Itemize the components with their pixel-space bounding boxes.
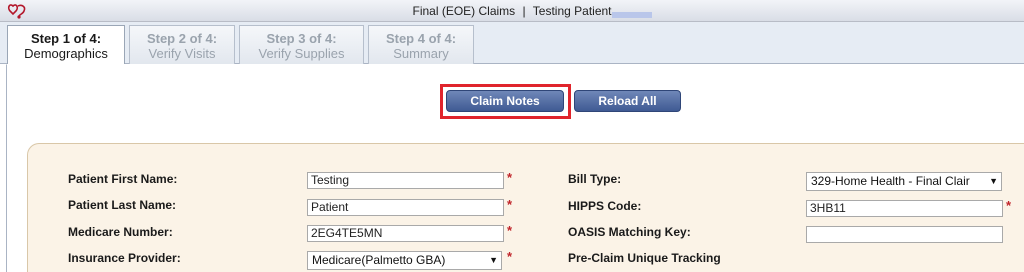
tab-summary[interactable]: Step 4 of 4: Summary — [368, 25, 474, 64]
chevron-down-icon: ▼ — [987, 173, 998, 190]
wizard-tabs: Step 1 of 4: Demographics Step 2 of 4: V… — [0, 22, 1024, 65]
tab-label: Verify Visits — [148, 46, 216, 61]
medicare-number-label: Medicare Number: — [68, 225, 173, 239]
tab-label: Summary — [393, 46, 449, 61]
medicare-number-input[interactable]: 2EG4TE5MN — [307, 225, 504, 242]
tab-step: Step 2 of 4: — [146, 31, 218, 46]
tab-label: Demographics — [24, 46, 108, 61]
patient-first-name-input[interactable]: Testing — [307, 172, 504, 189]
hipps-code-input[interactable]: 3HB11 — [806, 200, 1003, 217]
claim-notes-button[interactable]: Claim Notes — [446, 90, 564, 112]
window-title-left: Final (EOE) Claims — [412, 4, 516, 18]
title-accent-strip — [612, 12, 652, 18]
tab-label: Verify Supplies — [258, 46, 345, 61]
required-marker: * — [1006, 198, 1012, 213]
required-marker: * — [507, 170, 513, 185]
window-title-separator: | — [522, 4, 526, 18]
tab-step: Step 3 of 4: — [266, 31, 337, 46]
hipps-code-label: HIPPS Code: — [568, 199, 642, 213]
patient-first-name-label: Patient First Name: — [68, 172, 178, 186]
patient-last-name-input[interactable]: Patient — [307, 199, 504, 216]
insurance-provider-value: Medicare(Palmetto GBA) — [312, 253, 446, 267]
reload-all-button[interactable]: Reload All — [574, 90, 681, 112]
window-titlebar: Final (EOE) Claims | Testing Patient — [0, 0, 1024, 22]
bill-type-select[interactable]: 329-Home Health - Final Clair ▼ — [806, 172, 1002, 191]
insurance-provider-select[interactable]: Medicare(Palmetto GBA) ▼ — [307, 251, 502, 270]
tab-verify-visits[interactable]: Step 2 of 4: Verify Visits — [129, 25, 235, 64]
insurance-provider-label: Insurance Provider: — [68, 251, 181, 265]
oasis-matching-key-input[interactable] — [806, 226, 1003, 243]
pre-claim-tracking-label: Pre-Claim Unique Tracking — [568, 251, 721, 265]
required-marker: * — [507, 249, 513, 264]
bill-type-label: Bill Type: — [568, 172, 622, 186]
oasis-matching-key-label: OASIS Matching Key: — [568, 225, 691, 239]
tab-step: Step 1 of 4: — [30, 31, 102, 46]
bill-type-value: 329-Home Health - Final Clair — [811, 174, 970, 188]
tab-verify-supplies[interactable]: Step 3 of 4: Verify Supplies — [239, 25, 364, 64]
window-title-patient: Testing Patient — [532, 4, 612, 18]
window-title: Final (EOE) Claims | Testing Patient — [0, 4, 1024, 18]
required-marker: * — [507, 197, 513, 212]
required-marker: * — [507, 223, 513, 238]
patient-last-name-label: Patient Last Name: — [68, 198, 177, 212]
tab-step: Step 4 of 4: — [385, 31, 457, 46]
tab-demographics[interactable]: Step 1 of 4: Demographics — [7, 25, 125, 65]
chevron-down-icon: ▼ — [487, 252, 498, 269]
